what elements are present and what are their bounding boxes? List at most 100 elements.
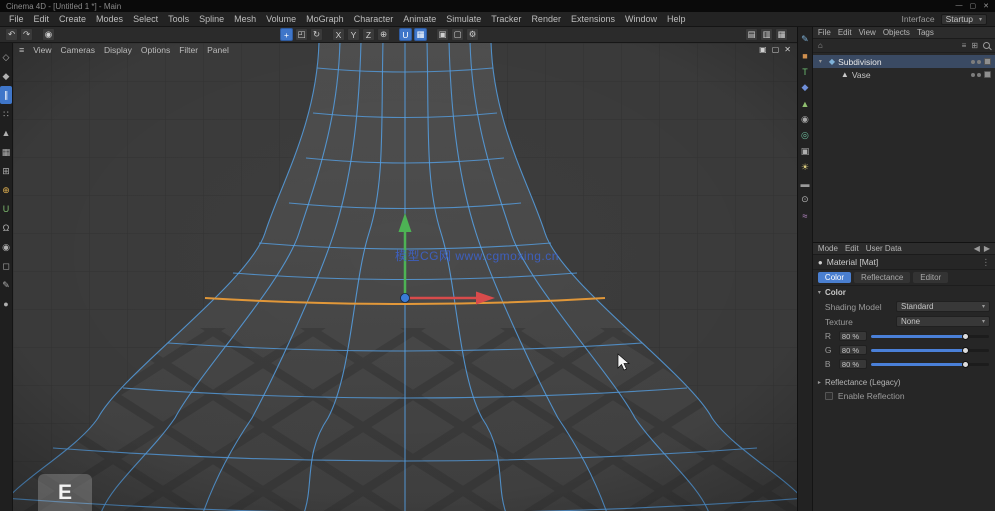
snap-icon[interactable]: U — [399, 28, 412, 41]
collapse-triangle-icon[interactable]: ▸ — [818, 379, 821, 386]
move-tool-icon[interactable]: + — [280, 28, 293, 41]
attribute-tab[interactable]: Color — [817, 272, 852, 283]
gizmo-center-handle[interactable] — [400, 293, 410, 303]
filter-icon[interactable]: ≡ — [962, 41, 967, 50]
rotate-tool-icon[interactable]: ↻ — [310, 28, 323, 41]
attribute-tab[interactable]: Reflectance — [854, 272, 911, 283]
texture-mode-icon[interactable]: ▦ — [0, 143, 12, 161]
viewport-menu-item[interactable]: Options — [141, 45, 170, 55]
window-control-icon[interactable]: ✕ — [983, 2, 989, 10]
coord-system-icon[interactable]: ⊕ — [377, 28, 390, 41]
layout-select[interactable]: Startup ▾ — [940, 13, 987, 25]
render-settings-icon[interactable]: ⚙ — [466, 28, 479, 41]
history-nav-icon[interactable]: ▶ — [984, 244, 990, 253]
viewport-menu-item[interactable]: View — [33, 45, 51, 55]
panel-menu-item[interactable]: Mode — [818, 244, 838, 253]
collapse-triangle-icon[interactable]: ▾ — [818, 289, 821, 296]
viewport-menu-item[interactable]: Panel — [207, 45, 229, 55]
history-nav-icon[interactable]: ◀ — [974, 244, 980, 253]
menu-item[interactable]: Character — [349, 14, 399, 24]
menu-item[interactable]: Simulate — [441, 14, 486, 24]
slider-value-field[interactable]: 80 % — [838, 359, 867, 369]
viewport-maximize-icon[interactable]: ▢ — [772, 45, 780, 54]
viewport-menu-item[interactable]: Display — [104, 45, 132, 55]
toolbar-icon[interactable] — [35, 28, 40, 41]
layout-icon-2[interactable]: ▥ — [760, 28, 773, 41]
menu-item[interactable]: Mesh — [229, 14, 261, 24]
reflectance-section-header[interactable]: ▸ Reflectance (Legacy) — [813, 375, 995, 389]
menu-item[interactable]: Extensions — [566, 14, 620, 24]
slider-knob[interactable] — [962, 346, 970, 354]
checkbox[interactable] — [824, 392, 833, 400]
panel-menu-item[interactable]: Objects — [883, 28, 910, 37]
axis-y-icon[interactable]: Y — [347, 28, 360, 41]
menu-item[interactable]: Tools — [163, 14, 194, 24]
panel-menu-item[interactable]: Tags — [917, 28, 934, 37]
menu-item[interactable]: Edit — [29, 14, 55, 24]
menu-item[interactable]: File — [4, 14, 29, 24]
hamburger-icon[interactable]: ≡ — [19, 45, 24, 55]
panel-menu-item[interactable]: File — [818, 28, 831, 37]
window-control-icon[interactable]: ▢ — [970, 2, 977, 10]
floor-icon[interactable]: ▬ — [798, 177, 811, 190]
quantize-icon[interactable]: Ω — [0, 219, 12, 237]
viewport-filter-icon[interactable]: ◻ — [0, 257, 12, 275]
visibility-toggles[interactable] — [971, 72, 981, 77]
extrude-icon[interactable]: ▲ — [798, 97, 811, 110]
menu-item[interactable]: Create — [54, 14, 91, 24]
panel-menu-item[interactable]: View — [859, 28, 876, 37]
menu-item[interactable]: Tracker — [486, 14, 526, 24]
slider-knob[interactable] — [962, 360, 970, 368]
menu-item[interactable]: Modes — [91, 14, 128, 24]
measure-icon[interactable]: ● — [0, 295, 12, 313]
solo-icon[interactable]: ◉ — [0, 238, 12, 256]
render-picture-viewer-icon[interactable]: ▢ — [451, 28, 464, 41]
menu-item[interactable]: Help — [662, 14, 691, 24]
search-icon[interactable] — [983, 42, 990, 49]
layers-icon[interactable]: ⊞ — [971, 41, 978, 50]
snap-toggle-icon[interactable]: U — [0, 200, 12, 218]
viewport-close-icon[interactable]: ✕ — [784, 45, 791, 54]
visibility-toggles[interactable] — [971, 59, 981, 64]
toolbar-icon[interactable] — [392, 28, 397, 41]
slider-knob[interactable] — [962, 332, 970, 340]
menu-item[interactable]: Render — [526, 14, 566, 24]
points-mode-icon[interactable]: ∷ — [0, 105, 12, 123]
menu-item[interactable]: Volume — [261, 14, 301, 24]
text-icon[interactable]: T — [798, 65, 811, 78]
menu-item[interactable]: Spline — [194, 14, 229, 24]
viewport-menu-item[interactable]: Cameras — [61, 45, 95, 55]
attribute-tab[interactable]: Editor — [913, 272, 949, 283]
toolbar-icon[interactable] — [325, 28, 330, 41]
panel-menu-item[interactable]: User Data — [866, 244, 902, 253]
Subdivision[interactable]: ▾ ◆ Subdivision — [812, 55, 995, 68]
menu-item[interactable]: Window — [620, 14, 662, 24]
slider-track[interactable] — [870, 360, 989, 368]
layout-icon-3[interactable]: ▦ — [775, 28, 788, 41]
scene-canvas[interactable] — [13, 43, 797, 511]
model-mode-icon[interactable]: ◆ — [0, 67, 12, 85]
panel-menu-item[interactable]: Edit — [838, 28, 852, 37]
dropdown-select[interactable]: Standard ▾ — [896, 301, 990, 312]
scale-tool-icon[interactable]: ◰ — [295, 28, 308, 41]
bend-deformer-icon[interactable]: ≈ — [798, 209, 811, 222]
viewport-pin-icon[interactable]: ▣ — [759, 45, 767, 54]
cube-icon[interactable]: ■ — [798, 49, 811, 62]
enable-axis-icon[interactable]: ⊕ — [0, 181, 12, 199]
polygons-mode-icon[interactable]: ▲ — [0, 124, 12, 142]
toolbar-icon[interactable] — [429, 28, 434, 41]
field-icon[interactable]: ◎ — [798, 129, 811, 142]
subdivision-surface-icon[interactable]: ◆ — [798, 81, 811, 94]
edge-mode-icon[interactable]: ∥ — [0, 86, 12, 104]
make-editable-icon[interactable]: ◇ — [0, 48, 12, 66]
slider-value-field[interactable]: 80 % — [838, 345, 867, 355]
spline-pen-icon[interactable]: ✎ — [798, 33, 811, 46]
volume-icon[interactable]: ◉ — [798, 113, 811, 126]
dropdown-select[interactable]: None ▾ — [896, 316, 990, 327]
more-icon[interactable]: ⋮ — [982, 257, 991, 268]
layout-icon-1[interactable]: ▤ — [745, 28, 758, 41]
light-icon[interactable]: ☀ — [798, 161, 811, 174]
expander-icon[interactable]: ▾ — [819, 58, 826, 65]
workplane-mode-icon[interactable]: ⊞ — [0, 162, 12, 180]
axis-x-icon[interactable]: X — [332, 28, 345, 41]
